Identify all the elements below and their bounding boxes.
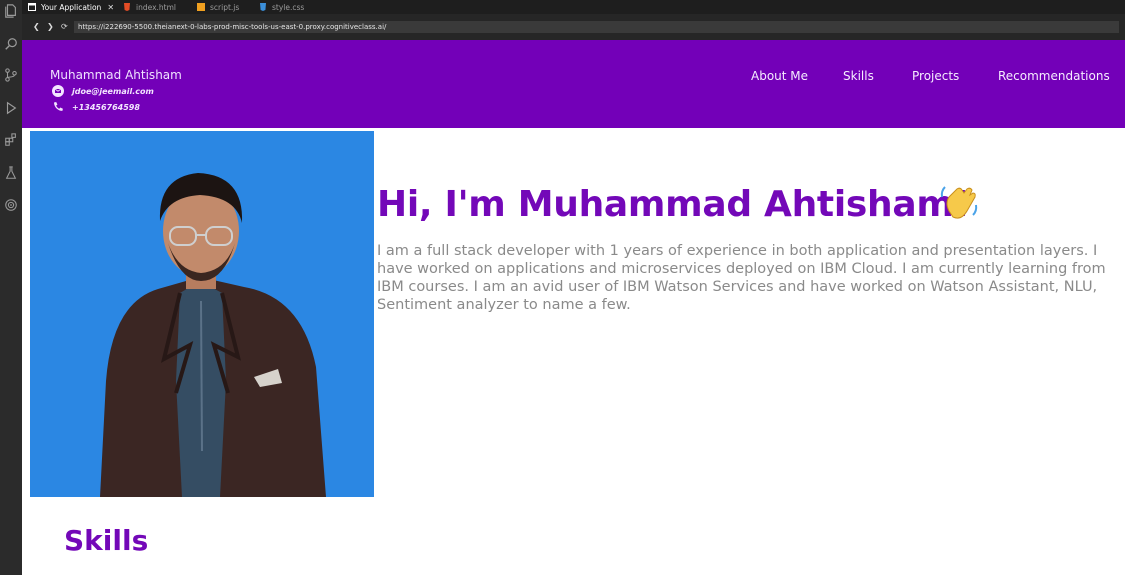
source-control-icon[interactable]: [2, 66, 20, 84]
back-icon[interactable]: ❮: [33, 22, 40, 32]
remote-icon[interactable]: [2, 196, 20, 214]
hero-bio: I am a full stack developer with 1 years…: [377, 243, 1106, 313]
search-icon[interactable]: [2, 35, 20, 53]
nav-link-about-me[interactable]: About Me: [751, 69, 808, 83]
tab-label: style.css: [272, 2, 305, 12]
browser-icon: [28, 3, 36, 11]
hero-title: Hi, I'm Muhammad Ahtisham!: [377, 184, 970, 225]
ide-activity-bar: [0, 0, 22, 575]
tab-label: Your Application: [41, 2, 102, 12]
js-file-icon: [197, 3, 205, 11]
skills-section-title: Skills: [64, 524, 149, 557]
tab-index-html[interactable]: index.html: [123, 0, 176, 14]
editor-tab-strip: Your Application ✕ index.html script.js …: [22, 0, 1125, 14]
site-header: Muhammad Ahtisham jdoe@jeemail.com +1345…: [22, 40, 1125, 128]
phone-icon: [52, 101, 64, 113]
nav-link-recommendations[interactable]: Recommendations: [998, 69, 1110, 83]
nav-link-skills[interactable]: Skills: [843, 69, 874, 83]
css-file-icon: [259, 3, 267, 11]
contact-phone: +13456764598: [52, 101, 140, 113]
waving-hand-icon: [937, 181, 981, 225]
tab-label: script.js: [210, 2, 240, 12]
files-icon[interactable]: [2, 2, 20, 20]
phone-text[interactable]: +13456764598: [72, 103, 140, 112]
site-owner-name: Muhammad Ahtisham: [50, 68, 182, 82]
url-input[interactable]: [74, 21, 1119, 33]
tab-style-css[interactable]: style.css: [259, 0, 304, 14]
contact-email: jdoe@jeemail.com: [52, 85, 154, 97]
html-file-icon: [123, 3, 131, 11]
email-icon: [52, 85, 64, 97]
forward-icon[interactable]: ❯: [47, 22, 54, 32]
testing-icon[interactable]: [2, 164, 20, 182]
tab-label: index.html: [136, 2, 176, 12]
tab-your-application[interactable]: Your Application ✕: [28, 0, 115, 14]
profile-photo: [30, 131, 374, 497]
nav-link-projects[interactable]: Projects: [912, 69, 959, 83]
email-text[interactable]: jdoe@jeemail.com: [72, 87, 154, 96]
close-icon[interactable]: ✕: [107, 3, 114, 12]
browser-address-bar: ❮ ❯ ⟳: [22, 14, 1125, 40]
run-debug-icon[interactable]: [2, 99, 20, 117]
reload-icon[interactable]: ⟳: [61, 22, 68, 32]
extensions-icon[interactable]: [2, 131, 20, 149]
tab-script-js[interactable]: script.js: [197, 0, 239, 14]
